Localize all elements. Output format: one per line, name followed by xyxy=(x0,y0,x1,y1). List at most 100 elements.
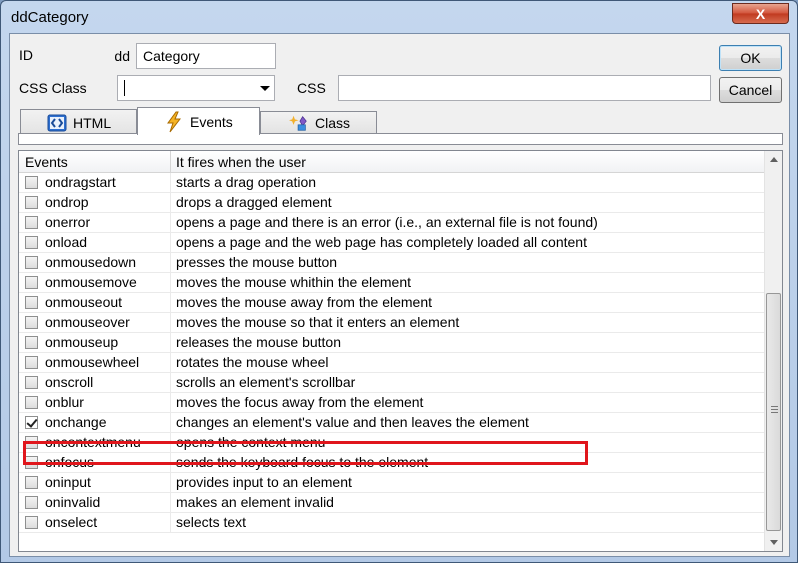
table-row[interactable]: onerror opens a page and there is an erro… xyxy=(19,213,764,233)
table-row[interactable]: oninvalid makes an element invalid xyxy=(19,493,764,513)
table-row[interactable]: onmouseout moves the mouse away from the … xyxy=(19,293,764,313)
event-name: onerror xyxy=(45,214,91,230)
id-label: ID xyxy=(19,47,33,63)
tab-class[interactable]: Class xyxy=(260,111,377,133)
event-description: opens a page and the web page has comple… xyxy=(176,234,587,250)
event-name: onmousewheel xyxy=(45,354,140,370)
table-row[interactable]: onscroll scrolls an element's scrollbar xyxy=(19,373,764,393)
event-description: moves the mouse away from the element xyxy=(176,294,433,310)
event-checkbox[interactable] xyxy=(25,436,38,449)
column-divider xyxy=(170,173,171,193)
grid-rows: ondragstart starts a drag operation ondrop… xyxy=(19,173,764,533)
text-cursor xyxy=(124,80,125,96)
event-description: moves the focus away from the element xyxy=(176,394,424,410)
event-description: opens the context menu xyxy=(176,434,326,450)
arrow-up-icon xyxy=(769,157,778,162)
class-sparkle-icon xyxy=(289,113,309,133)
column-divider xyxy=(170,333,171,353)
column-divider xyxy=(170,293,171,313)
event-description: starts a drag operation xyxy=(176,174,317,190)
event-description: selects text xyxy=(176,514,247,530)
event-checkbox[interactable] xyxy=(25,416,38,429)
css-class-dropdown[interactable] xyxy=(117,75,275,101)
event-name: oncontextmenu xyxy=(45,434,141,450)
close-button[interactable]: X xyxy=(732,3,789,24)
column-divider xyxy=(170,193,171,213)
event-description: moves the mouse so that it enters an ele… xyxy=(176,314,460,330)
scroll-up-button[interactable] xyxy=(765,151,782,168)
table-row[interactable]: onmousemove moves the mouse whithin the e… xyxy=(19,273,764,293)
vertical-scrollbar[interactable] xyxy=(764,151,782,551)
column-header-events[interactable]: Events xyxy=(25,154,68,170)
table-row[interactable]: oninput provides input to an element xyxy=(19,473,764,493)
tab-html-label: HTML xyxy=(73,114,112,131)
event-checkbox[interactable] xyxy=(25,316,38,329)
table-row[interactable]: onfocus sends the keyboard focus to the e… xyxy=(19,453,764,473)
event-description: drops a dragged element xyxy=(176,194,332,210)
event-checkbox[interactable] xyxy=(25,356,38,369)
event-name: onchange xyxy=(45,414,107,430)
event-checkbox[interactable] xyxy=(25,496,38,509)
column-divider xyxy=(170,273,171,293)
scroll-down-button[interactable] xyxy=(765,534,782,551)
column-divider xyxy=(170,453,171,473)
title-bar[interactable]: ddCategory X xyxy=(1,1,797,33)
column-divider xyxy=(170,253,171,273)
scrollbar-thumb[interactable] xyxy=(766,293,781,531)
event-description: changes an element's value and then leav… xyxy=(176,414,529,430)
table-row[interactable]: ondragstart starts a drag operation xyxy=(19,173,764,193)
window-title: ddCategory xyxy=(11,9,89,26)
event-checkbox[interactable] xyxy=(25,216,38,229)
event-name: oninput xyxy=(45,474,91,490)
table-row[interactable]: onmousedown presses the mouse button xyxy=(19,253,764,273)
css-input[interactable] xyxy=(338,75,711,101)
ok-button[interactable]: OK xyxy=(719,45,782,71)
table-row[interactable]: onchange changes an element's value and t… xyxy=(19,413,764,433)
event-name: ondrop xyxy=(45,194,89,210)
table-row[interactable]: onmousewheel rotates the mouse wheel xyxy=(19,353,764,373)
id-input[interactable]: Category xyxy=(136,43,276,69)
table-row[interactable]: onmouseup releases the mouse button xyxy=(19,333,764,353)
column-divider xyxy=(170,393,171,413)
event-description: releases the mouse button xyxy=(176,334,341,350)
column-divider xyxy=(170,151,171,173)
tab-events[interactable]: Events xyxy=(137,107,260,135)
event-checkbox[interactable] xyxy=(25,236,38,249)
lightning-icon xyxy=(164,111,184,132)
column-header-description[interactable]: It fires when the user xyxy=(176,154,306,170)
event-checkbox[interactable] xyxy=(25,296,38,309)
cancel-button[interactable]: Cancel xyxy=(719,77,782,103)
event-checkbox[interactable] xyxy=(25,396,38,409)
table-row[interactable]: onblur moves the focus away from the elem… xyxy=(19,393,764,413)
table-row[interactable]: ondrop drops a dragged element xyxy=(19,193,764,213)
event-checkbox[interactable] xyxy=(25,276,38,289)
tab-html[interactable]: HTML xyxy=(20,109,137,135)
event-description: presses the mouse button xyxy=(176,254,338,270)
event-checkbox[interactable] xyxy=(25,196,38,209)
event-description: provides input to an element xyxy=(176,474,352,490)
event-name: onmousemove xyxy=(45,274,137,290)
event-name: oninvalid xyxy=(45,494,101,510)
event-name: onmouseup xyxy=(45,334,119,350)
event-name: onmousedown xyxy=(45,254,137,270)
event-checkbox[interactable] xyxy=(25,176,38,189)
id-prefix: dd xyxy=(48,44,136,68)
event-checkbox[interactable] xyxy=(25,376,38,389)
event-checkbox[interactable] xyxy=(25,456,38,469)
table-row[interactable]: onselect selects text xyxy=(19,513,764,533)
table-row[interactable]: onmouseover moves the mouse so that it en… xyxy=(19,313,764,333)
event-checkbox[interactable] xyxy=(25,336,38,349)
table-row[interactable]: onload opens a page and the web page has … xyxy=(19,233,764,253)
event-description: sends the keyboard focus to the element xyxy=(176,454,429,470)
event-name: onselect xyxy=(45,514,98,530)
event-checkbox[interactable] xyxy=(25,516,38,529)
column-divider xyxy=(170,493,171,513)
event-checkbox[interactable] xyxy=(25,256,38,269)
column-divider xyxy=(170,353,171,373)
event-checkbox[interactable] xyxy=(25,476,38,489)
event-description: opens a page and there is an error (i.e.… xyxy=(176,214,598,230)
table-row[interactable]: oncontextmenu opens the context menu xyxy=(19,433,764,453)
tab-class-label: Class xyxy=(315,114,351,131)
event-name: onmouseout xyxy=(45,294,123,310)
chevron-down-icon[interactable] xyxy=(260,86,270,91)
